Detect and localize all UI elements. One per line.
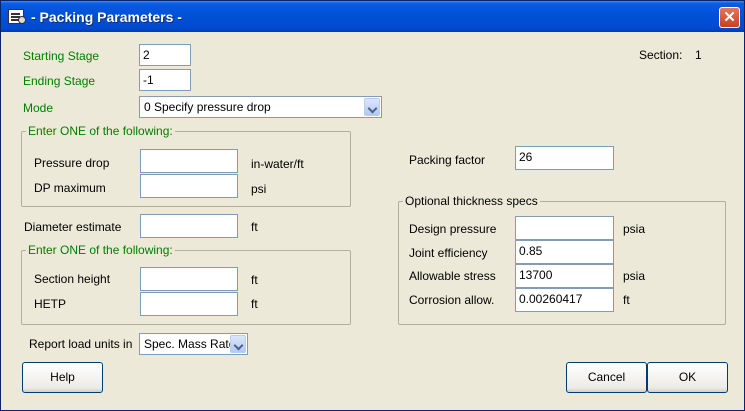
ok-button[interactable]: OK xyxy=(647,362,728,393)
section-label: Section: xyxy=(639,48,683,62)
ending-stage-label: Ending Stage xyxy=(23,74,96,88)
corrosion-allow-label: Corrosion allow. xyxy=(409,293,495,307)
hetp-unit: ft xyxy=(251,297,258,311)
help-button[interactable]: Help xyxy=(22,362,103,393)
corrosion-allow-field[interactable]: 0.00260417 xyxy=(515,288,614,312)
chevron-down-icon[interactable] xyxy=(364,98,380,116)
cancel-button[interactable]: Cancel xyxy=(566,362,647,393)
window-title: - Packing Parameters - xyxy=(31,9,182,25)
allowable-stress-field[interactable]: 13700 xyxy=(515,264,614,288)
diameter-estimate-unit: ft xyxy=(251,220,258,234)
joint-efficiency-field[interactable]: 0.85 xyxy=(515,240,614,264)
dp-maximum-label: DP maximum xyxy=(34,181,106,195)
joint-efficiency-label: Joint efficiency xyxy=(409,246,488,260)
pressure-group-title: Enter ONE of the following: xyxy=(26,124,175,138)
design-pressure-field[interactable] xyxy=(515,216,614,240)
report-load-units-label: Report load units in xyxy=(29,337,133,351)
mode-select[interactable]: 0 Specify pressure drop xyxy=(139,96,382,118)
pressure-drop-unit: in-water/ft xyxy=(251,157,304,171)
report-load-units-select[interactable]: Spec. Mass Rate xyxy=(139,333,248,355)
design-pressure-unit: psia xyxy=(623,222,646,236)
packing-parameters-dialog: - Packing Parameters - ✕ Section: 1 Star… xyxy=(0,0,745,411)
height-group-title: Enter ONE of the following: xyxy=(26,243,175,257)
section-value: 1 xyxy=(695,48,702,62)
dp-maximum-field[interactable] xyxy=(140,174,238,198)
diameter-estimate-field[interactable] xyxy=(140,214,238,238)
diameter-estimate-label: Diameter estimate xyxy=(24,220,122,234)
starting-stage-label: Starting Stage xyxy=(23,49,100,63)
mode-label: Mode xyxy=(23,101,54,115)
pressure-drop-label: Pressure drop xyxy=(34,156,110,170)
packing-factor-field[interactable]: 26 xyxy=(515,146,614,170)
hetp-field[interactable] xyxy=(140,292,238,316)
allowable-stress-unit: psia xyxy=(623,269,646,283)
section-height-field[interactable] xyxy=(140,267,238,291)
thickness-group-title: Optional thickness specs xyxy=(403,194,540,208)
chevron-down-icon[interactable] xyxy=(230,335,246,353)
report-load-units-value: Spec. Mass Rate xyxy=(144,337,236,351)
corrosion-allow-unit: ft xyxy=(623,293,630,307)
packing-factor-label: Packing factor xyxy=(409,153,486,167)
app-icon[interactable] xyxy=(8,9,26,24)
allowable-stress-label: Allowable stress xyxy=(409,269,496,283)
mode-selected-value: 0 Specify pressure drop xyxy=(144,100,271,114)
close-button[interactable]: ✕ xyxy=(719,7,740,28)
dp-maximum-unit: psi xyxy=(251,182,267,196)
hetp-label: HETP xyxy=(34,297,67,311)
title-bar[interactable]: - Packing Parameters - ✕ xyxy=(1,1,744,32)
starting-stage-field[interactable]: 2 xyxy=(139,44,191,66)
ending-stage-field[interactable]: -1 xyxy=(139,69,191,91)
pressure-drop-field[interactable] xyxy=(140,149,238,173)
design-pressure-label: Design pressure xyxy=(409,222,497,236)
section-height-label: Section height xyxy=(34,272,111,286)
section-height-unit: ft xyxy=(251,273,258,287)
